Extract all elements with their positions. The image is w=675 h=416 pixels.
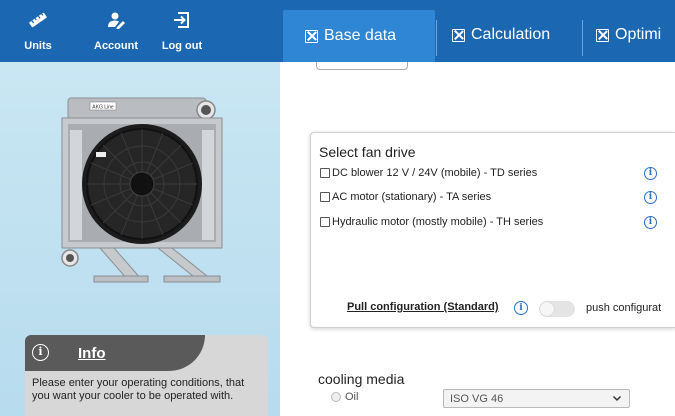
- info-circle-icon[interactable]: i: [514, 301, 528, 315]
- checkbox-x-icon: [305, 29, 318, 43]
- units-button[interactable]: Units: [18, 0, 58, 62]
- fan-option-ac-motor[interactable]: AC motor (stationary) - TA series: [320, 191, 491, 203]
- chevron-down-icon: [612, 395, 622, 402]
- push-configuration-label: push configurat: [586, 302, 662, 314]
- logout-icon: [158, 0, 206, 30]
- logout-button[interactable]: Log out: [158, 0, 206, 62]
- tab-optimization-label: Optimi: [615, 26, 662, 43]
- info-box: i Info Please enter your operating condi…: [25, 335, 268, 416]
- account-label: Account: [94, 40, 138, 52]
- checkbox-x-icon: [452, 28, 465, 42]
- checkbox[interactable]: [320, 217, 330, 227]
- info-circle-icon[interactable]: i: [644, 167, 657, 180]
- fan-drive-panel: Select fan drive DC blower 12 V / 24V (m…: [310, 132, 675, 328]
- oil-grade-select[interactable]: ISO VG 46: [443, 389, 630, 408]
- fan-option-label: Hydraulic motor (mostly mobile) - TH ser…: [332, 216, 544, 228]
- cooler-product-image: AKG Line: [61, 97, 223, 283]
- info-title[interactable]: Info: [78, 345, 106, 362]
- user-edit-icon: [88, 0, 144, 30]
- account-button[interactable]: Account: [88, 0, 144, 62]
- checkbox[interactable]: [320, 192, 330, 202]
- pull-configuration-label[interactable]: Pull configuration (Standard): [347, 301, 499, 313]
- checkbox[interactable]: [320, 168, 330, 178]
- units-label: Units: [24, 40, 52, 52]
- info-header: i Info: [25, 335, 205, 371]
- fan-option-hydraulic-motor[interactable]: Hydraulic motor (mostly mobile) - TH ser…: [320, 216, 543, 228]
- tab-base-data-label: Base data: [324, 27, 397, 44]
- fan-option-dc-blower[interactable]: DC blower 12 V / 24V (mobile) - TD serie…: [320, 167, 537, 179]
- fan-drive-title: Select fan drive: [319, 144, 416, 160]
- oil-radio-option[interactable]: Oil: [331, 391, 358, 403]
- fan-option-label: DC blower 12 V / 24V (mobile) - TD serie…: [332, 167, 538, 179]
- oil-grade-value: ISO VG 46: [450, 393, 504, 405]
- tab-calculation[interactable]: Calculation: [436, 8, 582, 62]
- cooling-media-title: cooling media: [318, 371, 405, 387]
- tab-calculation-label: Calculation: [471, 26, 551, 43]
- logout-label: Log out: [161, 40, 203, 52]
- top-navigation-bar: Units Account Log out Base data Calculat…: [0, 0, 675, 62]
- active-tab-indicator: [316, 62, 408, 70]
- checkbox-x-icon: [596, 28, 609, 42]
- info-circle-icon[interactable]: i: [644, 191, 657, 204]
- info-circle-icon: i: [32, 344, 49, 361]
- info-circle-icon[interactable]: i: [644, 216, 657, 229]
- push-pull-toggle[interactable]: [539, 301, 575, 317]
- tab-optimization[interactable]: Optimi: [582, 8, 675, 62]
- fan-option-label: AC motor (stationary) - TA series: [332, 191, 492, 203]
- info-text: Please enter your operating conditions, …: [32, 377, 245, 402]
- radio-button[interactable]: [331, 392, 341, 402]
- product-side-panel: AKG Line i Info Please enter your operat…: [0, 62, 280, 416]
- tab-base-data[interactable]: Base data: [283, 10, 435, 62]
- ruler-icon: [18, 0, 58, 30]
- oil-radio-label: Oil: [345, 391, 359, 403]
- product-label-text: AKG Line: [92, 105, 114, 111]
